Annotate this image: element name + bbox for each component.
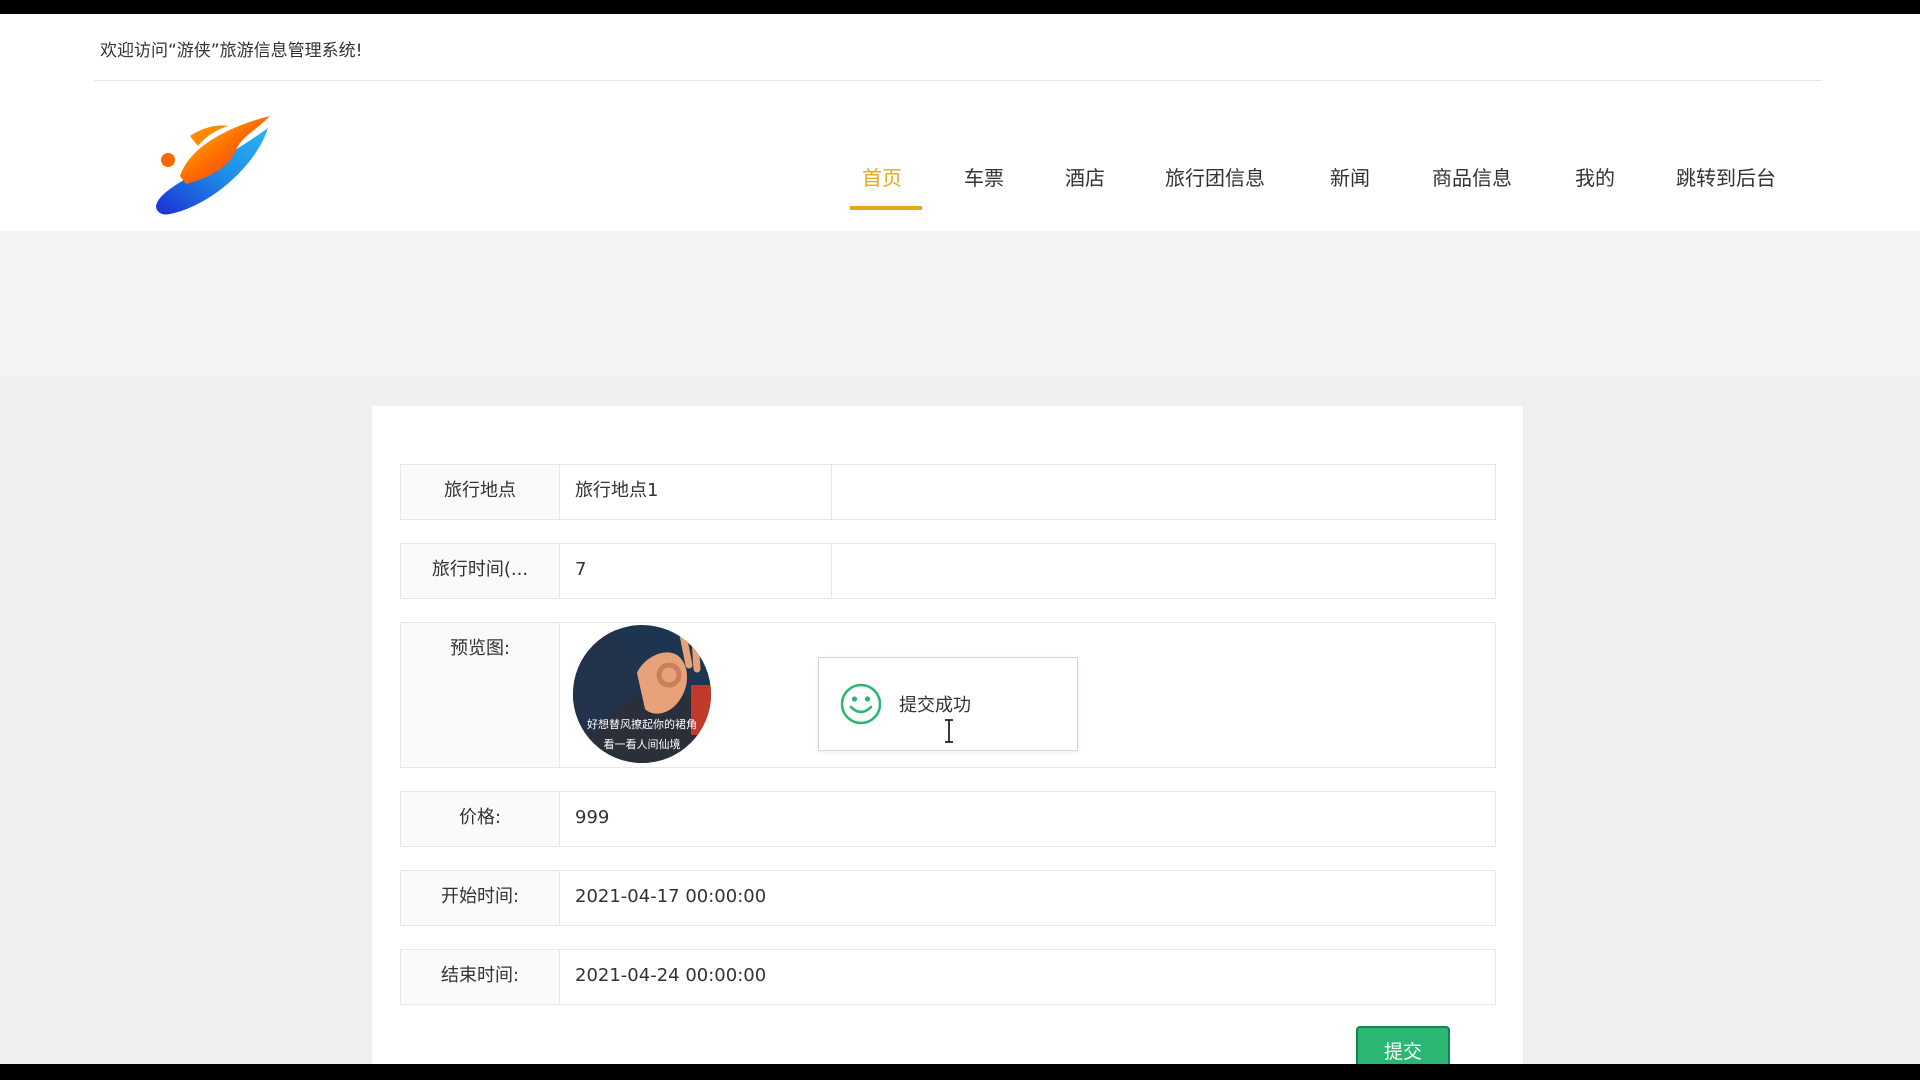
- smile-icon: [840, 683, 882, 725]
- nav-item-tickets[interactable]: 车票: [964, 162, 1004, 191]
- nav-item-tour-groups[interactable]: 旅行团信息: [1165, 162, 1265, 191]
- form-row-duration: 旅行时间(... 7: [400, 543, 1496, 599]
- price-input[interactable]: 999: [560, 792, 1494, 846]
- toast-message: 提交成功: [899, 695, 971, 716]
- destination-input[interactable]: 旅行地点1: [560, 465, 832, 519]
- nav-item-products[interactable]: 商品信息: [1432, 162, 1512, 191]
- main-nav: 首页 车票 酒店 旅行团信息 新闻 商品信息 我的 跳转到后台: [0, 162, 1920, 212]
- welcome-text: 欢迎访问“游侠”旅游信息管理系统!: [100, 41, 363, 61]
- nav-item-news[interactable]: 新闻: [1330, 162, 1370, 191]
- nav-item-hotel[interactable]: 酒店: [1065, 162, 1105, 191]
- form-row-destination: 旅行地点 旅行地点1: [400, 464, 1496, 520]
- preview-caption-line1: 好想替风撩起你的裙角: [587, 718, 697, 731]
- nav-item-home[interactable]: 首页: [862, 162, 902, 191]
- price-label: 价格:: [401, 792, 560, 846]
- preview-label: 预览图:: [401, 623, 560, 767]
- start-time-input[interactable]: 2021-04-17 00:00:00: [560, 871, 1494, 925]
- page-viewport: 欢迎访问“游侠”旅游信息管理系统! 首页 车票 酒店 旅行团信息 新闻 商品信息…: [0, 14, 1920, 1064]
- banner-area: [0, 231, 1920, 376]
- form-row-price: 价格: 999: [400, 791, 1496, 847]
- start-time-label: 开始时间:: [401, 871, 560, 925]
- form-row-start-time: 开始时间: 2021-04-17 00:00:00: [400, 870, 1496, 926]
- duration-input[interactable]: 7: [560, 544, 832, 598]
- form-row-end-time: 结束时间: 2021-04-24 00:00:00: [400, 949, 1496, 1005]
- partial-heading-text: 专业旅游优惠: [750, 1050, 1110, 1064]
- nav-active-indicator: [850, 206, 922, 210]
- text-cursor-icon: [945, 719, 953, 743]
- nav-item-mine[interactable]: 我的: [1575, 162, 1615, 191]
- submit-button[interactable]: 提交: [1356, 1026, 1450, 1064]
- end-time-label: 结束时间:: [401, 950, 560, 1004]
- preview-image[interactable]: 好想替风撩起你的裙角 看一看人间仙境: [573, 625, 711, 763]
- destination-label: 旅行地点: [401, 465, 560, 519]
- end-time-input[interactable]: 2021-04-24 00:00:00: [560, 950, 1494, 1004]
- preview-caption-line2: 看一看人间仙境: [603, 738, 681, 751]
- header-divider: [94, 80, 1822, 81]
- nav-item-admin[interactable]: 跳转到后台: [1676, 162, 1776, 191]
- site-header: 欢迎访问“游侠”旅游信息管理系统! 首页 车票 酒店 旅行团信息 新闻 商品信息…: [0, 14, 1920, 231]
- duration-label: 旅行时间(...: [401, 544, 560, 598]
